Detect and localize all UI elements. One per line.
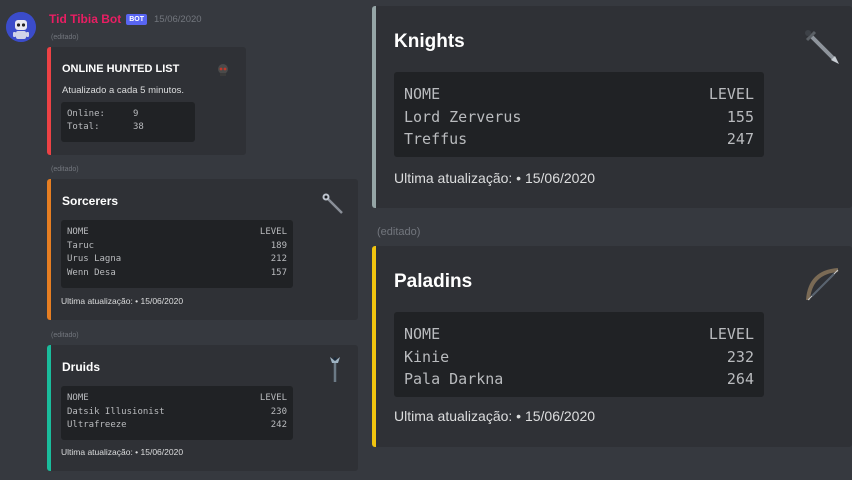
table-row: Kinie 232	[404, 346, 754, 369]
table-row: Urus Lagna 212	[67, 253, 287, 267]
embed-footer: Ultima atualização: • 15/06/2020	[394, 408, 596, 424]
player-level: 230	[270, 406, 287, 417]
player-level: 242	[270, 420, 287, 430]
knights-table: NOME LEVEL Lord Zerverus 155 Treffus 247	[394, 72, 764, 157]
player-name: Datsik Illusionist	[67, 406, 165, 417]
embed-description: Atualizado a cada 5 minutos.	[62, 85, 184, 96]
embed-online-hunted: ONLINE HUNTED LIST Atualizado a cada 5 m…	[47, 47, 246, 155]
edited-label: (editado)	[377, 226, 421, 238]
embed-sorcerers: Sorcerers NOME LEVEL Taruc 189 Urus Lagna 2…	[47, 179, 358, 320]
table-row: Pala Darkna 264	[404, 368, 754, 391]
table-row: Treffus 247	[404, 128, 754, 151]
col-level-header: LEVEL	[708, 325, 754, 343]
player-name: Kinie	[404, 347, 450, 366]
sword-icon	[801, 26, 843, 73]
table-row: Ultrafreeze 242	[67, 419, 287, 433]
player-level: 264	[726, 370, 754, 388]
online-stats-block: Online: 9 Total: 38	[61, 102, 195, 142]
table-row: Taruc 189	[67, 240, 287, 254]
edited-label: (editado)	[51, 332, 79, 339]
embed-knights: Knights NOME LEVEL Lord Zerverus 155 Treff…	[372, 6, 852, 208]
player-name: Taruc	[67, 240, 95, 251]
col-name-header: NOME	[67, 227, 89, 237]
message-header: Tid Tibia Bot BOT 15/06/2020	[49, 12, 202, 26]
player-level: 155	[726, 107, 754, 126]
total-value: 38	[133, 122, 144, 132]
bot-badge: BOT	[126, 13, 148, 25]
player-level: 232	[726, 347, 754, 366]
table-row: Wenn Desa 157	[67, 267, 287, 281]
total-label: Total:	[67, 122, 100, 132]
col-level-header: LEVEL	[259, 393, 287, 403]
author-name[interactable]: Tid Tibia Bot	[49, 12, 121, 26]
embed-title: Paladins	[394, 271, 473, 292]
embed-title: Druids	[62, 360, 101, 374]
col-level-header: LEVEL	[259, 227, 287, 237]
embed-paladins: Paladins NOME LEVEL Kinie 232 Pala Darkna 2…	[372, 246, 852, 447]
player-level: 189	[270, 240, 287, 251]
wand-icon	[320, 191, 346, 222]
player-level: 212	[270, 254, 287, 264]
player-name: Treffus	[404, 130, 468, 148]
skull-icon	[216, 63, 230, 82]
table-row: Lord Zerverus 155	[404, 106, 754, 129]
col-name-header: NOME	[404, 85, 441, 103]
sorcerers-table: NOME LEVEL Taruc 189 Urus Lagna 212 Wenn De…	[61, 220, 293, 288]
col-name-header: NOME	[67, 393, 89, 403]
player-name: Pala Darkna	[404, 370, 504, 388]
robot-icon	[6, 12, 36, 42]
druids-table: NOME LEVEL Datsik Illusionist 230 Ultrafre…	[61, 386, 293, 440]
player-name: Ultrafreeze	[67, 420, 127, 430]
table-row: Datsik Illusionist 230	[67, 406, 287, 420]
embed-title: Sorcerers	[62, 194, 119, 208]
embed-footer: Ultima atualização: • 15/06/2020	[61, 296, 184, 306]
player-level: 157	[270, 267, 287, 278]
col-name-header: NOME	[404, 325, 441, 343]
player-name: Lord Zerverus	[404, 107, 522, 126]
col-level-header: LEVEL	[708, 85, 754, 103]
embed-druids: Druids NOME LEVEL Datsik Illusionist 230 U…	[47, 345, 358, 471]
player-level: 247	[726, 130, 754, 148]
player-name: Wenn Desa	[67, 267, 116, 278]
message-timestamp[interactable]: 15/06/2020	[154, 14, 202, 25]
edited-label: (editado)	[51, 34, 79, 41]
embed-footer: Ultima atualização: • 15/06/2020	[394, 170, 596, 186]
bow-icon	[802, 264, 844, 311]
rod-icon	[327, 355, 343, 388]
bot-avatar[interactable]	[6, 12, 36, 42]
online-value: 9	[133, 109, 139, 119]
embed-title: ONLINE HUNTED LIST	[62, 63, 180, 75]
edited-label: (editado)	[51, 166, 79, 173]
player-name: Urus Lagna	[67, 254, 122, 264]
online-label: Online:	[67, 109, 105, 119]
embed-footer: Ultima atualização: • 15/06/2020	[61, 447, 184, 457]
paladins-table: NOME LEVEL Kinie 232 Pala Darkna 264	[394, 312, 764, 397]
embed-title: Knights	[394, 31, 465, 52]
